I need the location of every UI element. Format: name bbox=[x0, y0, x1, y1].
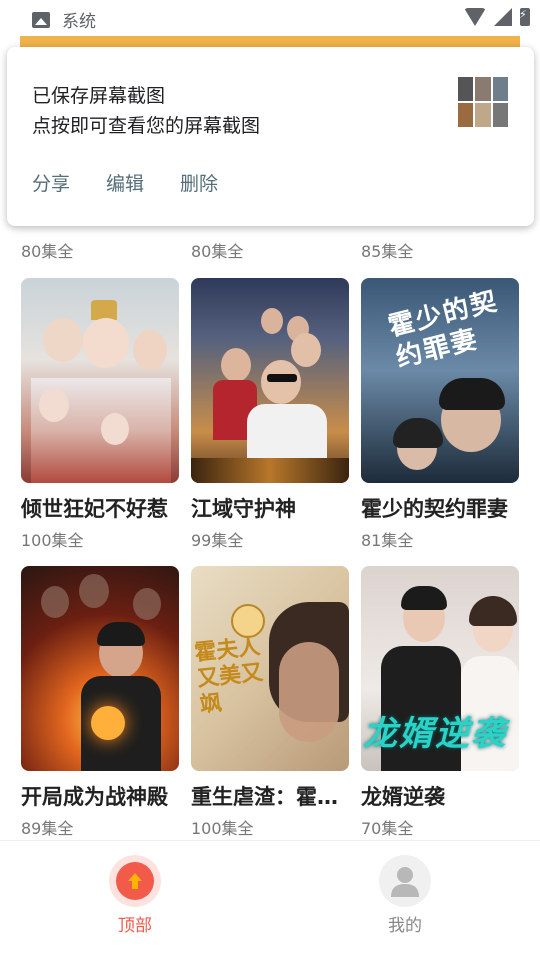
poster-title-text: 霍夫人又美又飒 bbox=[193, 633, 265, 718]
arrow-up-icon bbox=[116, 862, 154, 900]
drama-title[interactable]: 江域守护神 bbox=[191, 493, 349, 523]
nav-mine-label: 我的 bbox=[388, 916, 422, 936]
thumbnail-cell bbox=[475, 103, 491, 127]
drama-episodes: 81集全 bbox=[361, 531, 414, 550]
drama-episodes: 99集全 bbox=[191, 531, 244, 550]
share-button[interactable]: 分享 bbox=[32, 169, 70, 196]
status-bar: 系统 bbox=[0, 0, 540, 36]
drama-episodes: 70集全 bbox=[361, 819, 414, 838]
top-row-episodes-3: 85集全 bbox=[361, 242, 414, 261]
status-right bbox=[464, 8, 530, 26]
drama-title[interactable]: 龙婿逆袭 bbox=[361, 781, 519, 811]
drama-episodes: 100集全 bbox=[21, 531, 84, 550]
screenshot-image-icon bbox=[32, 11, 50, 28]
poster-title-text: 霍少的契约罪妻 bbox=[385, 286, 502, 374]
thumbnail-cell bbox=[492, 77, 508, 101]
nav-top-label: 顶部 bbox=[118, 916, 152, 936]
thumbnail-cell bbox=[475, 77, 491, 101]
top-row-episodes-1: 80集全 bbox=[21, 242, 74, 261]
drama-title[interactable]: 霍少的契约罪妻 bbox=[361, 493, 519, 523]
screenshot-notification[interactable]: 已保存屏幕截图 点按即可查看您的屏幕截图 分享 编辑 删除 bbox=[7, 47, 534, 226]
nav-mine[interactable]: 我的 bbox=[355, 855, 455, 936]
delete-button[interactable]: 删除 bbox=[180, 169, 218, 196]
notification-body: 点按即可查看您的屏幕截图 bbox=[32, 115, 261, 137]
drama-title[interactable]: 开局成为战神殿 bbox=[21, 781, 179, 811]
wifi-icon bbox=[464, 8, 486, 26]
drama-title[interactable]: 重生虐渣：霍夫人 bbox=[191, 781, 349, 811]
bottom-navigation: 顶部 我的 bbox=[0, 840, 540, 961]
poster-title-text: 龙婿逆袭 bbox=[363, 714, 507, 754]
screenshot-thumbnail[interactable] bbox=[458, 77, 508, 127]
cellular-signal-icon bbox=[494, 8, 512, 26]
drama-poster[interactable]: 霍少的契约罪妻 bbox=[361, 278, 519, 483]
drama-poster[interactable] bbox=[21, 278, 179, 483]
drama-episodes: 89集全 bbox=[21, 819, 74, 838]
drama-title[interactable]: 倾世狂妃不好惹 bbox=[21, 493, 179, 523]
drama-card[interactable]: 江域守护神 99集全 bbox=[191, 278, 349, 551]
notification-actions: 分享 编辑 删除 bbox=[32, 169, 218, 196]
drama-poster[interactable]: 霍夫人又美又飒 bbox=[191, 566, 349, 771]
nav-top-icon-wrap bbox=[109, 855, 161, 907]
thumbnail-cell bbox=[492, 103, 508, 127]
nav-top[interactable]: 顶部 bbox=[85, 855, 185, 936]
status-left: 系统 bbox=[32, 7, 96, 32]
battery-charging-icon bbox=[519, 8, 530, 26]
thumbnail-cell bbox=[458, 77, 474, 101]
edit-button[interactable]: 编辑 bbox=[106, 169, 144, 196]
status-app-label: 系统 bbox=[62, 12, 96, 32]
drama-card[interactable]: 倾世狂妃不好惹 100集全 bbox=[21, 278, 179, 551]
nav-mine-icon-wrap bbox=[379, 855, 431, 907]
drama-card[interactable]: 霍夫人又美又飒 重生虐渣：霍夫人 100集全 bbox=[191, 566, 349, 839]
drama-poster[interactable] bbox=[191, 278, 349, 483]
drama-poster[interactable]: 龙婿逆袭 bbox=[361, 566, 519, 771]
user-avatar-icon bbox=[391, 867, 419, 897]
top-row-episodes-2: 80集全 bbox=[191, 242, 244, 261]
drama-poster[interactable] bbox=[21, 566, 179, 771]
drama-card[interactable]: 开局成为战神殿 89集全 bbox=[21, 566, 179, 839]
thumbnail-cell bbox=[458, 103, 474, 127]
drama-card[interactable]: 霍少的契约罪妻 霍少的契约罪妻 81集全 bbox=[361, 278, 519, 551]
notification-title: 已保存屏幕截图 bbox=[32, 85, 166, 107]
drama-episodes: 100集全 bbox=[191, 819, 254, 838]
drama-card[interactable]: 龙婿逆袭 龙婿逆袭 70集全 bbox=[361, 566, 519, 839]
